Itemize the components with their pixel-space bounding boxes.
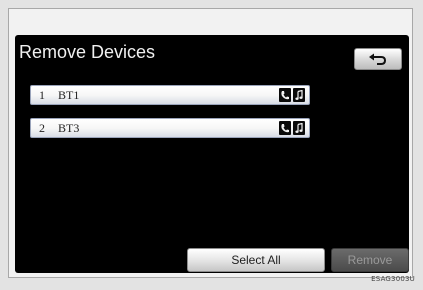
back-button[interactable]	[354, 48, 402, 70]
page-title: Remove Devices	[19, 42, 156, 62]
phone-icon	[279, 121, 291, 135]
device-label: 2 BT3	[39, 120, 79, 136]
back-arrow-icon	[369, 53, 387, 65]
phone-icon	[279, 88, 291, 102]
device-name: BT3	[58, 121, 80, 135]
device-number: 2	[39, 121, 45, 135]
audio-icon	[293, 121, 305, 135]
device-row[interactable]: 1 BT1	[30, 85, 310, 105]
image-code-label: ESAG3003U	[371, 275, 415, 283]
device-name: BT1	[58, 88, 80, 102]
device-number: 1	[39, 88, 45, 102]
remove-button[interactable]: Remove	[331, 248, 409, 272]
screen	[15, 35, 409, 273]
device-row[interactable]: 2 BT3	[30, 118, 310, 138]
audio-icon	[293, 88, 305, 102]
select-all-button[interactable]: Select All	[187, 248, 325, 272]
device-label: 1 BT1	[39, 87, 79, 103]
